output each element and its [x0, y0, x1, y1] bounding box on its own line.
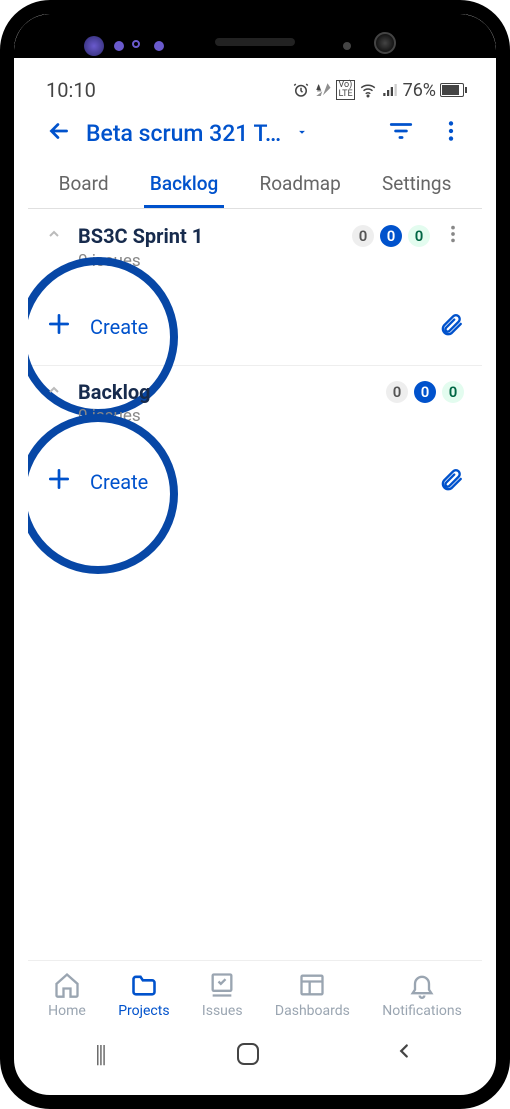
volte-icon: Vo)LTE — [336, 80, 354, 100]
filter-button[interactable] — [388, 118, 414, 148]
status-bar: 10:10 Vo)LTE 76% — [28, 72, 482, 104]
nav-label: Notifications — [382, 1003, 462, 1019]
create-label: Create — [90, 470, 148, 494]
header-more-button[interactable] — [438, 118, 464, 148]
badge-inprogress: 0 — [414, 381, 436, 403]
nav-dashboards[interactable]: Dashboards — [275, 971, 350, 1019]
plus-icon — [46, 466, 72, 498]
bottom-nav: Home Projects Issues Dashboards Notifica… — [28, 960, 482, 1027]
backlog-title[interactable]: Backlog — [78, 380, 151, 404]
tab-settings[interactable]: Settings — [376, 164, 457, 208]
alarm-icon — [292, 81, 310, 99]
nav-projects[interactable]: Projects — [118, 971, 169, 1019]
battery-icon — [440, 83, 464, 97]
nav-home[interactable]: Home — [48, 971, 86, 1019]
status-icons: Vo)LTE 76% — [292, 80, 464, 101]
tab-backlog[interactable]: Backlog — [144, 164, 224, 208]
collapse-caret-icon[interactable] — [46, 226, 64, 246]
badge-done: 0 — [442, 381, 464, 403]
badge-done: 0 — [408, 225, 430, 247]
tab-bar: Board Backlog Roadmap Settings — [28, 158, 482, 209]
create-issue-row[interactable]: Create — [46, 466, 464, 498]
status-time: 10:10 — [46, 78, 96, 102]
nav-label: Projects — [118, 1003, 169, 1019]
sprint-title[interactable]: BS3C Sprint 1 — [78, 224, 203, 248]
backlog-subtitle: 0 issues — [78, 406, 464, 426]
android-recent-button[interactable]: | | | — [95, 1040, 103, 1068]
nav-notifications[interactable]: Notifications — [382, 971, 462, 1019]
wifi-icon — [359, 81, 377, 99]
vibrate-icon — [314, 81, 332, 99]
badge-todo: 0 — [352, 225, 374, 247]
attach-button[interactable] — [438, 312, 464, 342]
nav-issues[interactable]: Issues — [202, 971, 243, 1019]
nav-label: Dashboards — [275, 1003, 350, 1019]
app-header: Beta scrum 321 T… — [28, 104, 482, 158]
signal-icon — [381, 81, 399, 99]
project-title[interactable]: Beta scrum 321 T… — [86, 120, 281, 147]
create-label: Create — [90, 315, 148, 339]
collapse-caret-icon[interactable] — [46, 382, 64, 402]
backlog-section: Backlog 0 0 0 0 issues Create — [28, 366, 482, 520]
attach-button[interactable] — [438, 467, 464, 497]
android-home-button[interactable] — [237, 1043, 259, 1065]
sprint-more-button[interactable] — [442, 223, 464, 249]
project-dropdown-caret[interactable] — [295, 124, 309, 143]
plus-icon — [46, 311, 72, 343]
tab-roadmap[interactable]: Roadmap — [254, 164, 347, 208]
sprint-subtitle: 0 issues — [78, 251, 464, 271]
sprint-section: BS3C Sprint 1 0 0 0 0 issues Create — [28, 209, 482, 366]
badge-inprogress: 0 — [380, 225, 402, 247]
nav-label: Issues — [202, 1003, 243, 1019]
tab-board[interactable]: Board — [53, 164, 115, 208]
battery-text: 76% — [403, 80, 436, 101]
create-issue-row[interactable]: Create — [46, 311, 464, 343]
nav-label: Home — [48, 1003, 86, 1019]
back-button[interactable] — [46, 118, 72, 148]
android-nav-bar: | | | — [28, 1027, 482, 1081]
android-back-button[interactable] — [393, 1040, 415, 1068]
badge-todo: 0 — [386, 381, 408, 403]
